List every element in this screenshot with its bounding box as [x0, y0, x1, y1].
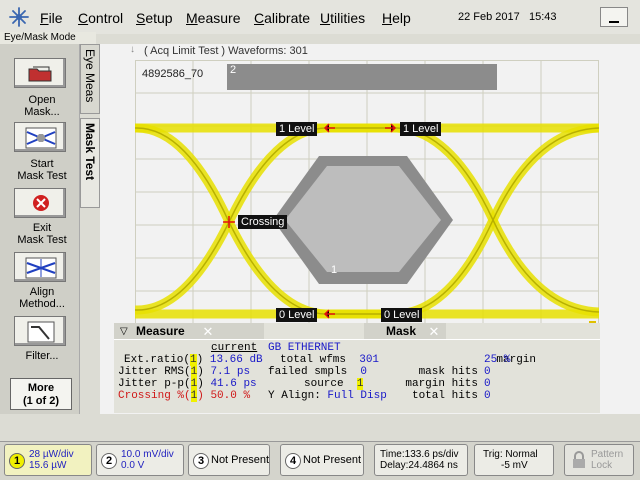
logo-icon	[9, 7, 29, 27]
menu-utilities[interactable]: Utilities	[320, 9, 365, 27]
mask-row-total-wfms: total wfms 301	[280, 354, 380, 366]
menu-measure[interactable]: Measure	[186, 9, 240, 27]
mask-start-icon	[25, 127, 57, 149]
open-mask-label: Open Mask...	[24, 94, 60, 118]
lock-icon	[573, 451, 585, 468]
pattern-id: 4892586_70	[142, 68, 204, 80]
mask-row-margin-hits-value: 0	[484, 378, 491, 390]
start-mask-test-button[interactable]	[14, 122, 66, 152]
menu-help[interactable]: Help	[382, 9, 411, 27]
channel-3-button[interactable]: 3 Not Present	[188, 444, 270, 476]
measure-row-jitter-rms: Jitter RMS(1) 7.1 ps	[118, 366, 251, 378]
channel-2-button[interactable]: 2 10.0 mV/div 0.0 V	[96, 444, 184, 476]
acquisition-status: ( Acq Limit Test ) Waveforms: 301	[144, 45, 308, 57]
more-page-label: (1 of 2)	[22, 395, 60, 407]
mask-region-bottom-label: 1	[331, 264, 338, 276]
channel-4-button[interactable]: 4 Not Present	[280, 444, 364, 476]
channel-1-button[interactable]: 1 28 µW/div 15.6 µW	[4, 444, 92, 476]
measure-row-jitter-pp: Jitter p-p(1) 41.6 ps	[118, 378, 257, 390]
minimize-icon	[609, 21, 619, 23]
timebase-delay: Delay:24.4864 ns	[380, 460, 458, 471]
trigger-mode: Trig: Normal	[483, 449, 538, 460]
tab-eye-meas[interactable]: Eye Meas	[80, 44, 100, 114]
mask-row-total-hits-label: total hits	[411, 390, 478, 402]
channel-1-badge: 1	[9, 453, 25, 469]
minimize-button[interactable]	[600, 7, 628, 27]
measure-panel: Measure ▽ ✕ current Ext.ratio(1) 13.66 d…	[114, 323, 264, 413]
one-level-label-left: 1 Level	[276, 122, 318, 136]
pattern-lock-line1: Pattern	[591, 449, 624, 460]
down-arrow-icon: ↓	[130, 44, 135, 55]
channel-1-scale: 28 µW/div	[29, 449, 74, 460]
menu-setup[interactable]: Setup	[136, 9, 173, 27]
exit-icon	[33, 195, 49, 211]
crossing-label: Crossing	[238, 215, 288, 229]
channel-4-status: Not Present	[303, 454, 362, 466]
mask-row-margin-label: margin	[496, 354, 536, 366]
filter-label: Filter...	[25, 350, 59, 362]
align-icon	[25, 257, 57, 279]
channel-3-status: Not Present	[211, 454, 270, 466]
measure-tab[interactable]: Measure	[114, 323, 264, 340]
channel-3-badge: 3	[193, 453, 209, 469]
mask-standard: GB ETHERNET	[268, 342, 341, 354]
current-column-header: current	[211, 342, 258, 354]
exit-mask-test-label: Exit Mask Test	[17, 222, 67, 246]
align-method-label: Align Method...	[19, 286, 65, 310]
mask-row-source: source 1	[304, 378, 364, 390]
channel-2-scale: 10.0 mV/div	[121, 449, 174, 460]
tab-mask-test[interactable]: Mask Test	[80, 118, 100, 208]
timebase-scale: Time:133.6 ps/div	[380, 449, 459, 460]
channel-2-offset: 0.0 V	[121, 460, 145, 471]
open-folder-icon	[28, 66, 52, 82]
trigger-level: -5 mV	[501, 460, 528, 471]
channel-1-offset: 15.6 µW	[29, 460, 67, 471]
align-method-button[interactable]	[14, 252, 66, 282]
one-level-label-right: 1 Level	[400, 122, 442, 136]
measure-row-crossing: Crossing %(1) 50.0 %	[118, 390, 251, 402]
channel-2-badge: 2	[101, 453, 117, 469]
measure-row-ext-ratio: Ext.ratio(1) 13.66 dB	[124, 354, 263, 366]
close-measure-icon[interactable]: ✕	[202, 325, 214, 338]
exit-mask-test-button[interactable]	[14, 188, 66, 218]
collapse-icon[interactable]: ▽	[120, 326, 128, 337]
mode-label: Eye/Mask Mode	[0, 32, 96, 44]
filter-icon	[27, 321, 55, 343]
pattern-lock-line2: Lock	[591, 460, 613, 471]
mask-row-failed-smpls: failed smpls 0	[268, 366, 368, 378]
mask-region-top-label: 2	[230, 64, 237, 76]
mask-row-mask-hits-label: mask hits	[418, 366, 478, 378]
start-mask-test-label: Start Mask Test	[17, 158, 67, 182]
eye-diagram	[135, 60, 599, 324]
channel-4-badge: 4	[285, 453, 301, 469]
filter-button[interactable]	[14, 316, 66, 346]
mask-row-margin-hits-label: margin hits	[405, 378, 478, 390]
date-time: 22 Feb 2017 15:43	[458, 11, 557, 23]
mask-row-margin-value: 25 %	[484, 354, 511, 366]
trigger-button[interactable]: Trig: Normal -5 mV	[474, 444, 554, 476]
pattern-lock-button[interactable]: Pattern Lock	[564, 444, 634, 476]
close-mask-icon[interactable]: ✕	[428, 325, 440, 338]
mask-row-total-hits-value: 0	[484, 390, 491, 402]
mask-row-mask-hits-value: 0	[484, 366, 491, 378]
more-label: More	[27, 382, 55, 394]
mask-panel: Mask ✕ GB ETHERNET total wfms 301 failed…	[264, 323, 600, 413]
open-mask-button[interactable]	[14, 58, 66, 88]
mask-region-top	[227, 64, 497, 90]
menu-control[interactable]: Control	[78, 9, 123, 27]
zero-level-label-right: 0 Level	[381, 308, 423, 322]
menu-file[interactable]: File	[40, 9, 63, 27]
timebase-button[interactable]: Time:133.6 ps/div Delay:24.4864 ns	[374, 444, 468, 476]
zero-level-label-left: 0 Level	[276, 308, 318, 322]
menu-calibrate[interactable]: Calibrate	[254, 9, 310, 27]
more-button[interactable]: More (1 of 2)	[10, 378, 72, 410]
